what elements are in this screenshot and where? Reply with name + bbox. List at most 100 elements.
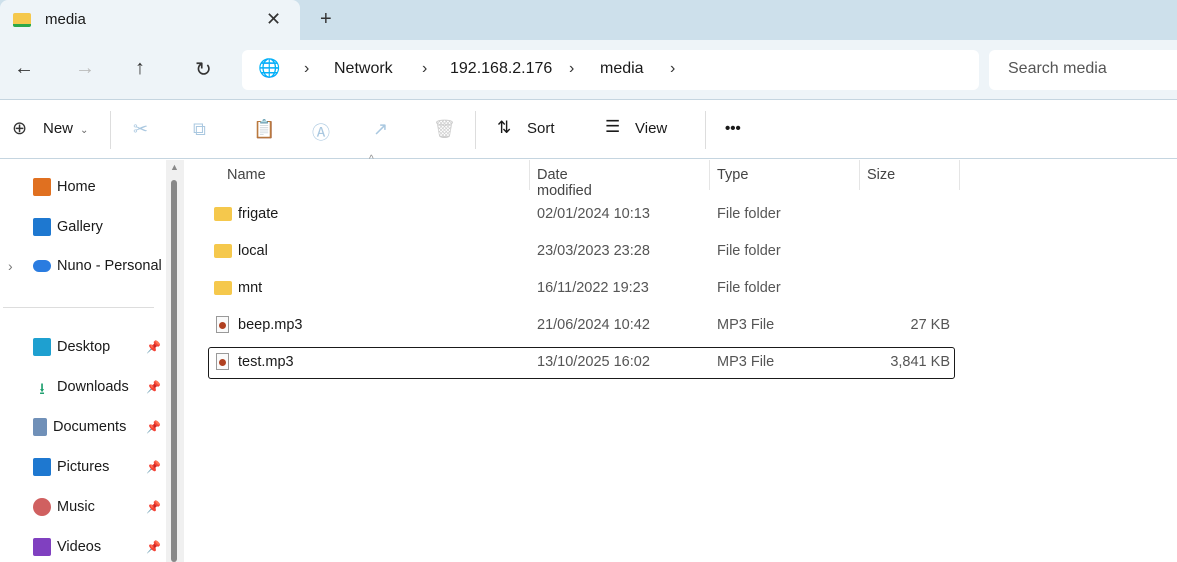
search-input[interactable]: Search media xyxy=(989,50,1177,90)
folder-icon xyxy=(13,13,31,27)
up-button[interactable]: ↑ xyxy=(135,57,145,80)
pin-icon[interactable]: 📌 xyxy=(146,460,161,474)
tab-bar: media ✕ + xyxy=(0,0,1177,40)
file-name: frigate xyxy=(238,206,279,222)
file-row-mnt[interactable]: mnt 16/11/2022 19:23 File folder xyxy=(208,273,955,305)
column-divider xyxy=(859,160,860,190)
sidebar-item-label: Music xyxy=(57,499,95,515)
share-icon[interactable]: ↗ xyxy=(373,119,388,140)
more-options-button[interactable]: ••• xyxy=(725,120,741,137)
sidebar-item-label: Videos xyxy=(57,539,102,555)
delete-icon[interactable]: 🗑 xyxy=(433,119,456,140)
mp3-file-icon xyxy=(216,316,229,333)
file-type: MP3 File xyxy=(717,354,775,370)
column-header-size[interactable]: Size xyxy=(867,167,895,183)
divider xyxy=(110,111,111,149)
chevron-right-icon[interactable]: › xyxy=(670,60,675,78)
file-row-local[interactable]: local 23/03/2023 23:28 File folder xyxy=(208,236,955,268)
file-type: File folder xyxy=(717,243,781,259)
plus-circle-icon: ⊕ xyxy=(12,118,28,138)
refresh-button[interactable]: ↻ xyxy=(195,57,212,82)
sidebar-item-gallery[interactable]: Gallery xyxy=(33,218,103,236)
chevron-right-icon[interactable]: › xyxy=(422,60,427,78)
sidebar-item-label: Pictures xyxy=(57,459,110,475)
new-button[interactable]: New xyxy=(43,120,73,137)
forward-button[interactable]: → xyxy=(75,57,95,80)
file-date: 02/01/2024 10:13 xyxy=(537,206,650,222)
sidebar-item-videos[interactable]: Videos xyxy=(33,538,101,556)
breadcrumb-ip[interactable]: 192.168.2.176 xyxy=(450,60,552,78)
file-name: test.mp3 xyxy=(238,354,294,370)
sidebar-item-label: Desktop xyxy=(57,339,111,355)
breadcrumb-network[interactable]: Network xyxy=(334,60,393,78)
tab-media[interactable]: media ✕ xyxy=(0,0,300,40)
sidebar-item-downloads[interactable]: ⭳ Downloads xyxy=(33,378,129,398)
sidebar-item-pictures[interactable]: Pictures xyxy=(33,458,109,476)
sidebar-item-home[interactable]: Home xyxy=(33,178,96,196)
view-button[interactable]: View xyxy=(635,120,667,137)
file-date: 23/03/2023 23:28 xyxy=(537,243,650,259)
network-icon: 🌐 xyxy=(258,58,281,78)
column-header-date[interactable]: Date modified xyxy=(537,167,592,199)
divider xyxy=(475,111,476,149)
music-icon xyxy=(33,498,51,516)
column-header-type[interactable]: Type xyxy=(717,167,748,183)
sidebar-item-music[interactable]: Music xyxy=(33,498,95,516)
expand-chevron-icon[interactable]: › xyxy=(8,258,13,274)
videos-icon xyxy=(33,538,51,556)
column-header-name[interactable]: Name xyxy=(227,167,266,183)
file-row-frigate[interactable]: frigate 02/01/2024 10:13 File folder xyxy=(208,199,955,231)
sidebar-item-label: Nuno - Personal xyxy=(57,258,162,274)
command-bar: ⊕ New ⌄ ✂ ⧉ 📋 Ⓐ ↗ 🗑 ⇅ Sort ☰ View ••• xyxy=(0,101,1177,159)
paste-icon[interactable]: 📋 xyxy=(253,119,275,140)
divider xyxy=(705,111,706,149)
column-divider xyxy=(709,160,710,190)
copy-icon[interactable]: ⧉ xyxy=(193,119,206,140)
file-row-beep[interactable]: beep.mp3 21/06/2024 10:42 MP3 File 27 KB xyxy=(208,310,955,342)
new-tab-button[interactable]: + xyxy=(320,8,332,31)
sidebar-item-label: Downloads xyxy=(57,379,129,395)
sidebar-item-label: Gallery xyxy=(57,219,103,235)
view-icon: ☰ xyxy=(605,117,621,136)
home-icon xyxy=(33,178,51,196)
download-icon: ⭳ xyxy=(39,381,45,398)
onedrive-cloud-icon xyxy=(33,260,51,272)
sidebar-item-label: Documents xyxy=(53,419,127,435)
tab-title: media xyxy=(45,11,86,28)
sidebar-item-desktop[interactable]: Desktop xyxy=(33,338,110,356)
pin-icon[interactable]: 📌 xyxy=(146,340,161,354)
chevron-right-icon[interactable]: › xyxy=(569,60,574,78)
pin-icon[interactable]: 📌 xyxy=(146,420,161,434)
file-date: 21/06/2024 10:42 xyxy=(537,317,650,333)
file-row-test[interactable]: test.mp3 13/10/2025 16:02 MP3 File 3,841 KB xyxy=(208,347,955,379)
sidebar-scrollbar[interactable]: ▲ xyxy=(166,160,184,562)
file-size: 3,841 KB xyxy=(890,354,950,370)
column-divider xyxy=(959,160,960,190)
scroll-up-arrow-icon[interactable]: ▲ xyxy=(170,162,179,172)
cut-icon[interactable]: ✂ xyxy=(133,119,148,140)
rename-icon[interactable]: Ⓐ xyxy=(312,119,330,145)
file-size: 27 KB xyxy=(910,317,951,333)
file-name: local xyxy=(238,243,268,259)
file-type: MP3 File xyxy=(717,317,775,333)
scrollbar-thumb[interactable] xyxy=(171,180,177,562)
column-divider xyxy=(529,160,530,190)
desktop-icon xyxy=(33,338,51,356)
folder-icon xyxy=(214,244,232,258)
close-tab-button[interactable]: ✕ xyxy=(266,9,281,30)
breadcrumb-media[interactable]: media xyxy=(600,60,644,78)
back-button[interactable]: ← xyxy=(14,57,34,80)
sort-button[interactable]: Sort xyxy=(527,120,555,137)
pin-icon[interactable]: 📌 xyxy=(146,380,161,394)
sidebar-item-onedrive[interactable]: Nuno - Personal xyxy=(33,258,162,274)
chevron-down-icon: ⌄ xyxy=(80,125,89,136)
pin-icon[interactable]: 📌 xyxy=(146,500,161,514)
file-name: beep.mp3 xyxy=(238,317,303,333)
chevron-right-icon[interactable]: › xyxy=(304,60,309,78)
sidebar-item-documents[interactable]: Documents xyxy=(33,418,126,436)
pin-icon[interactable]: 📌 xyxy=(146,540,161,554)
divider xyxy=(3,307,154,308)
file-name: mnt xyxy=(238,280,263,296)
navigation-bar: ← → ↑ ↻ 🌐 › Network › 192.168.2.176 › me… xyxy=(0,40,1177,100)
address-bar[interactable]: 🌐 › Network › 192.168.2.176 › media › xyxy=(242,50,979,90)
